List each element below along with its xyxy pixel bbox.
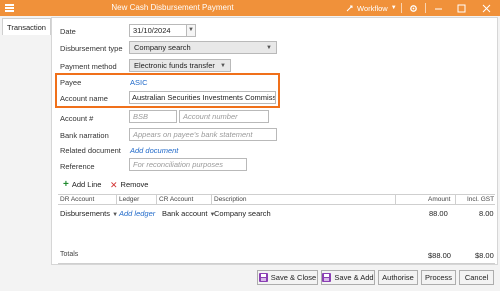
remove-label: Remove [120,180,149,189]
payee-link[interactable]: ASIC [130,78,148,87]
chevron-down-icon: ▼ [390,5,397,11]
grid-header: DR Account Ledger CR Account Description… [58,195,495,205]
authorise-button[interactable]: Authorise [378,270,418,285]
dr-account-value: Disbursements [60,209,111,218]
total-gst: $8.00 [475,251,494,260]
chevron-down-icon: ▼ [112,212,119,218]
incl-gst-cell[interactable]: 8.00 [479,209,494,218]
add-document-link[interactable]: Add document [130,146,178,155]
totals-label: Totals [60,251,79,258]
add-line-button[interactable]: + Add Line [63,178,102,190]
disbursement-type-value: Company search [134,43,191,52]
workflow-label: Workflow [357,3,388,13]
add-ledger-link[interactable]: Add ledger [119,209,155,218]
cr-account-value: Bank account [162,209,208,218]
divider [425,3,426,13]
bsb-field[interactable]: BSB [129,110,177,123]
remove-line-button[interactable]: ✕ Remove [110,180,148,189]
date-dropdown-button[interactable]: ▼ [186,24,196,37]
chevron-down-icon: ▼ [220,63,226,69]
divider [401,3,402,13]
payment-method-label: Payment method [60,62,117,71]
cancel-button[interactable]: Cancel [459,270,494,285]
account-number-field[interactable]: Account number [179,110,269,123]
column-header-incl-gst[interactable]: Incl. GST [467,196,494,203]
column-header-description[interactable]: Description [214,196,247,203]
payment-method-value: Electronic funds transfer [134,61,215,70]
bank-narration-field[interactable]: Appears on payee's bank statement [129,128,277,141]
column-divider [156,195,157,205]
workflow-icon [346,5,353,12]
description-cell[interactable]: Company search [214,209,271,218]
add-line-label: Add Line [71,180,102,189]
settings-button[interactable] [403,1,423,15]
reference-label: Reference [60,162,95,171]
disbursement-type-select[interactable]: Company search ▼ [129,41,277,54]
gear-icon [409,4,417,12]
column-header-cr-account[interactable]: CR Account [159,196,193,203]
column-header-amount[interactable]: Amount [428,196,450,203]
close-button[interactable] [476,1,496,15]
remove-icon: ✕ [110,179,118,190]
column-divider [116,195,117,205]
column-divider [455,195,456,205]
save-add-label: Save & Add [334,273,374,282]
maximize-icon [457,4,465,12]
column-divider [395,195,396,205]
window-title: New Cash Disbursement Payment [111,3,234,12]
related-document-label: Related document [60,146,121,155]
close-icon [482,4,490,12]
minimize-button[interactable] [428,1,448,15]
maximize-button[interactable] [451,1,471,15]
amount-cell[interactable]: 88.00 [429,209,448,218]
save-icon [258,273,268,282]
account-number-label: Account # [60,114,94,123]
tab-transaction[interactable]: Transaction [2,18,51,35]
title-bar: New Cash Disbursement Payment Workflow ▼ [0,0,500,16]
reference-field[interactable]: For reconciliation purposes [129,158,247,171]
minimize-icon [434,8,442,9]
cr-account-cell[interactable]: Bank account ▼ [162,209,216,218]
chevron-down-icon: ▼ [188,27,194,33]
payee-label: Payee [60,78,82,87]
payment-method-select[interactable]: Electronic funds transfer ▼ [129,59,231,72]
save-close-label: Save & Close [270,273,317,282]
account-name-field[interactable]: Australian Securities Investments Commis… [129,91,276,104]
column-header-dr-account[interactable]: DR Account [60,196,94,203]
disbursement-type-label: Disbursement type [60,44,123,53]
total-amount: $88.00 [428,251,451,260]
date-field[interactable]: 31/10/2024 [129,24,187,37]
process-button[interactable]: Process [421,270,456,285]
account-name-label: Account name [60,94,108,103]
bank-narration-label: Bank narration [60,131,109,140]
dr-account-cell[interactable]: Disbursements ▼ [60,209,118,218]
save-add-button[interactable]: Save & Add [321,270,375,285]
chevron-down-icon: ▼ [266,45,272,51]
workflow-button[interactable]: Workflow ▼ [346,2,397,14]
plus-icon: + [63,178,69,190]
save-close-button[interactable]: Save & Close [257,270,318,285]
column-divider [211,195,212,205]
date-label: Date [60,27,76,36]
column-header-ledger[interactable]: Ledger [119,196,139,203]
save-icon [322,273,332,282]
